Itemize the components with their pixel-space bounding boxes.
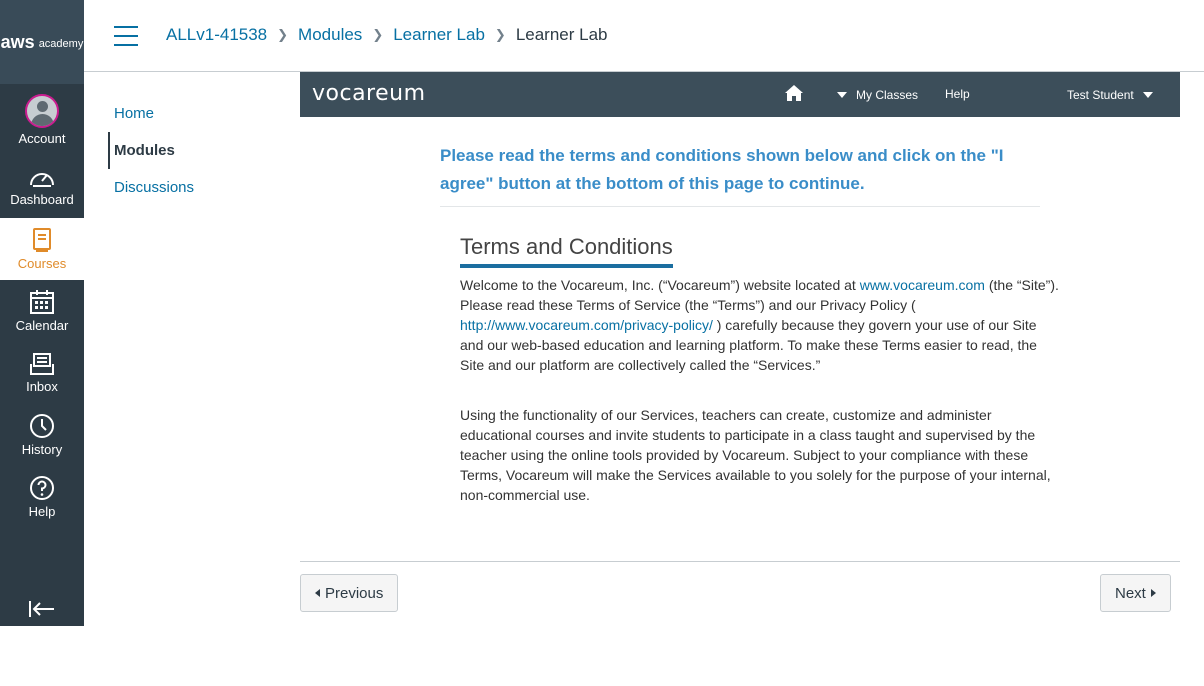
course-nav-modules[interactable]: Modules <box>108 132 288 169</box>
privacy-policy-link[interactable]: http://www.vocareum.com/privacy-policy/ <box>460 317 713 333</box>
vocareum-top-bar: vocareum My Classes Help Test Student <box>300 72 1180 117</box>
nav-label: Help <box>28 504 56 519</box>
caret-right-icon <box>1150 589 1156 597</box>
global-nav: aws academy Account Dashboard Courses Ca… <box>0 0 84 626</box>
nav-label: Dashboard <box>10 192 74 207</box>
caret-down-icon <box>837 92 847 98</box>
nav-history[interactable]: History <box>0 404 84 466</box>
vocareum-help-link[interactable]: Help <box>945 87 970 101</box>
next-button[interactable]: Next <box>1100 574 1171 612</box>
home-icon[interactable] <box>784 84 804 102</box>
vocareum-site-link[interactable]: www.vocareum.com <box>860 277 985 293</box>
nav-label: Courses <box>17 256 67 271</box>
terms-body: Welcome to the Vocareum, Inc. (“Vocareum… <box>460 275 1062 535</box>
previous-button[interactable]: Previous <box>300 574 399 612</box>
book-icon <box>33 228 51 252</box>
vocareum-frame: vocareum My Classes Help Test Student Pl… <box>300 72 1180 562</box>
chevron-right-icon: ❯ <box>372 27 384 42</box>
page-header: ALLv1-41538 ❯ Modules ❯ Learner Lab ❯ Le… <box>84 0 1204 72</box>
terms-title: Terms and Conditions <box>460 234 673 268</box>
previous-label: Previous <box>325 584 384 602</box>
my-classes-label: My Classes <box>856 88 919 102</box>
hamburger-menu-icon[interactable] <box>114 26 138 46</box>
user-menu[interactable]: Test Student <box>1067 88 1153 102</box>
inbox-icon <box>30 353 54 375</box>
user-name: Test Student <box>1067 88 1134 102</box>
breadcrumb-modules[interactable]: Modules <box>298 25 362 45</box>
academy-logo-text: academy <box>38 38 84 50</box>
course-nav: Home Modules Discussions <box>108 95 288 206</box>
clock-icon <box>30 414 54 438</box>
breadcrumb-course[interactable]: ALLv1-41538 <box>166 25 267 45</box>
question-circle-icon <box>30 476 54 500</box>
nav-calendar[interactable]: Calendar <box>0 280 84 342</box>
dashboard-gauge-icon <box>30 173 54 187</box>
chevron-right-icon: ❯ <box>494 27 506 42</box>
nav-account[interactable]: Account <box>0 84 84 156</box>
course-nav-home[interactable]: Home <box>108 95 288 132</box>
collapse-nav-button[interactable] <box>0 600 84 618</box>
breadcrumb-learner-lab-module[interactable]: Learner Lab <box>393 25 485 45</box>
user-avatar-icon <box>25 94 59 128</box>
calendar-icon <box>30 290 54 314</box>
caret-down-icon <box>1142 92 1153 98</box>
collapse-arrow-icon <box>29 601 54 617</box>
terms-text: Welcome to the Vocareum, Inc. (“Vocareum… <box>460 277 860 293</box>
terms-paragraph-2: Using the functionality of our Services,… <box>460 407 1051 503</box>
next-label: Next <box>1115 584 1146 602</box>
chevron-right-icon: ❯ <box>277 27 289 42</box>
nav-inbox[interactable]: Inbox <box>0 342 84 404</box>
nav-help[interactable]: Help <box>0 466 84 528</box>
terms-paragraph-1: Welcome to the Vocareum, Inc. (“Vocareum… <box>460 275 1062 375</box>
breadcrumb-current: Learner Lab <box>515 25 608 44</box>
terms-notice: Please read the terms and conditions sho… <box>440 142 1040 207</box>
nav-courses[interactable]: Courses <box>0 218 84 280</box>
nav-label: Account <box>18 131 66 146</box>
aws-academy-logo[interactable]: aws academy <box>0 0 84 84</box>
nav-label: History <box>21 442 63 457</box>
my-classes-menu[interactable]: My Classes <box>837 88 918 102</box>
breadcrumb: ALLv1-41538 ❯ Modules ❯ Learner Lab ❯ Le… <box>166 25 608 45</box>
nav-label: Inbox <box>26 379 58 394</box>
nav-dashboard[interactable]: Dashboard <box>0 156 84 218</box>
course-nav-discussions[interactable]: Discussions <box>108 169 288 206</box>
caret-left-icon <box>315 589 320 597</box>
vocareum-logo[interactable]: vocareum <box>312 81 426 106</box>
nav-label: Calendar <box>15 318 69 333</box>
aws-logo-text: aws <box>0 31 35 52</box>
